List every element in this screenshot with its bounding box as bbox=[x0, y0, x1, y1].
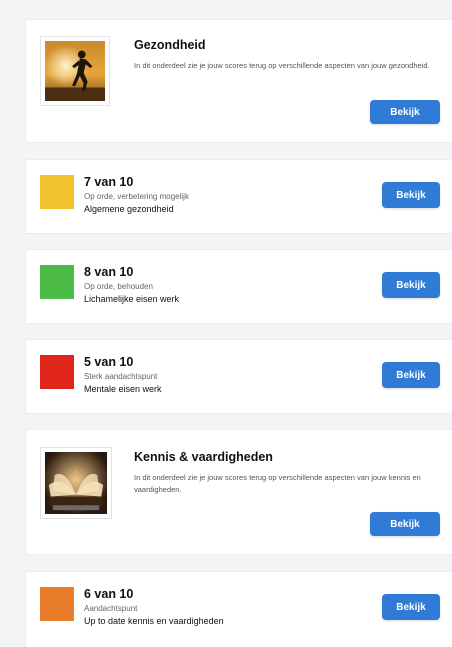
score-status: Aandachtspunt bbox=[84, 604, 138, 613]
score-label: Mentale eisen werk bbox=[84, 384, 162, 394]
score-status: Op orde, verbetering mogelijk bbox=[84, 192, 189, 201]
score-color-swatch bbox=[40, 265, 74, 299]
score-value: 8 van 10 bbox=[84, 265, 134, 279]
score-status: Op orde, behouden bbox=[84, 282, 153, 291]
score-value: 6 van 10 bbox=[84, 587, 134, 601]
page: Gezondheid In dit onderdeel zie je jouw … bbox=[0, 0, 452, 647]
score-color-swatch bbox=[40, 587, 74, 621]
score-card-physical-demands: 8 van 10 Op orde, behouden Lichamelijke … bbox=[26, 250, 452, 323]
score-status: Sterk aandachtspunt bbox=[84, 372, 158, 381]
score-label: Up to date kennis en vaardigheden bbox=[84, 616, 224, 626]
open-book-icon bbox=[45, 452, 107, 514]
score-color-swatch bbox=[40, 175, 74, 209]
score-card-up-to-date-knowledge: 6 van 10 Aandachtspunt Up to date kennis… bbox=[26, 572, 452, 647]
knowledge-view-button[interactable]: Bekijk bbox=[370, 512, 440, 536]
knowledge-item-view-button[interactable]: Bekijk bbox=[382, 594, 440, 620]
score-card-mental-demands: 5 van 10 Sterk aandachtspunt Mentale eis… bbox=[26, 340, 452, 413]
health-section-card: Gezondheid In dit onderdeel zie je jouw … bbox=[26, 20, 452, 142]
score-value: 7 van 10 bbox=[84, 175, 134, 189]
health-description: In dit onderdeel zie je jouw scores teru… bbox=[134, 61, 430, 70]
mental-demands-view-button[interactable]: Bekijk bbox=[382, 362, 440, 388]
health-title: Gezondheid bbox=[134, 38, 206, 52]
general-health-view-button[interactable]: Bekijk bbox=[382, 182, 440, 208]
score-color-swatch bbox=[40, 355, 74, 389]
score-card-general-health: 7 van 10 Op orde, verbetering mogelijk A… bbox=[26, 160, 452, 233]
score-value: 5 van 10 bbox=[84, 355, 134, 369]
knowledge-title: Kennis & vaardigheden bbox=[134, 450, 273, 464]
score-label: Lichamelijke eisen werk bbox=[84, 294, 180, 304]
physical-demands-view-button[interactable]: Bekijk bbox=[382, 272, 440, 298]
score-label: Algemene gezondheid bbox=[84, 204, 174, 214]
knowledge-description: In dit onderdeel zie je jouw scores teru… bbox=[134, 473, 421, 494]
runner-sunset-icon bbox=[45, 41, 105, 101]
book-photo bbox=[40, 447, 112, 519]
knowledge-section-card: Kennis & vaardigheden In dit onderdeel z… bbox=[26, 430, 452, 554]
health-view-button[interactable]: Bekijk bbox=[370, 100, 440, 124]
runner-photo bbox=[40, 36, 110, 106]
